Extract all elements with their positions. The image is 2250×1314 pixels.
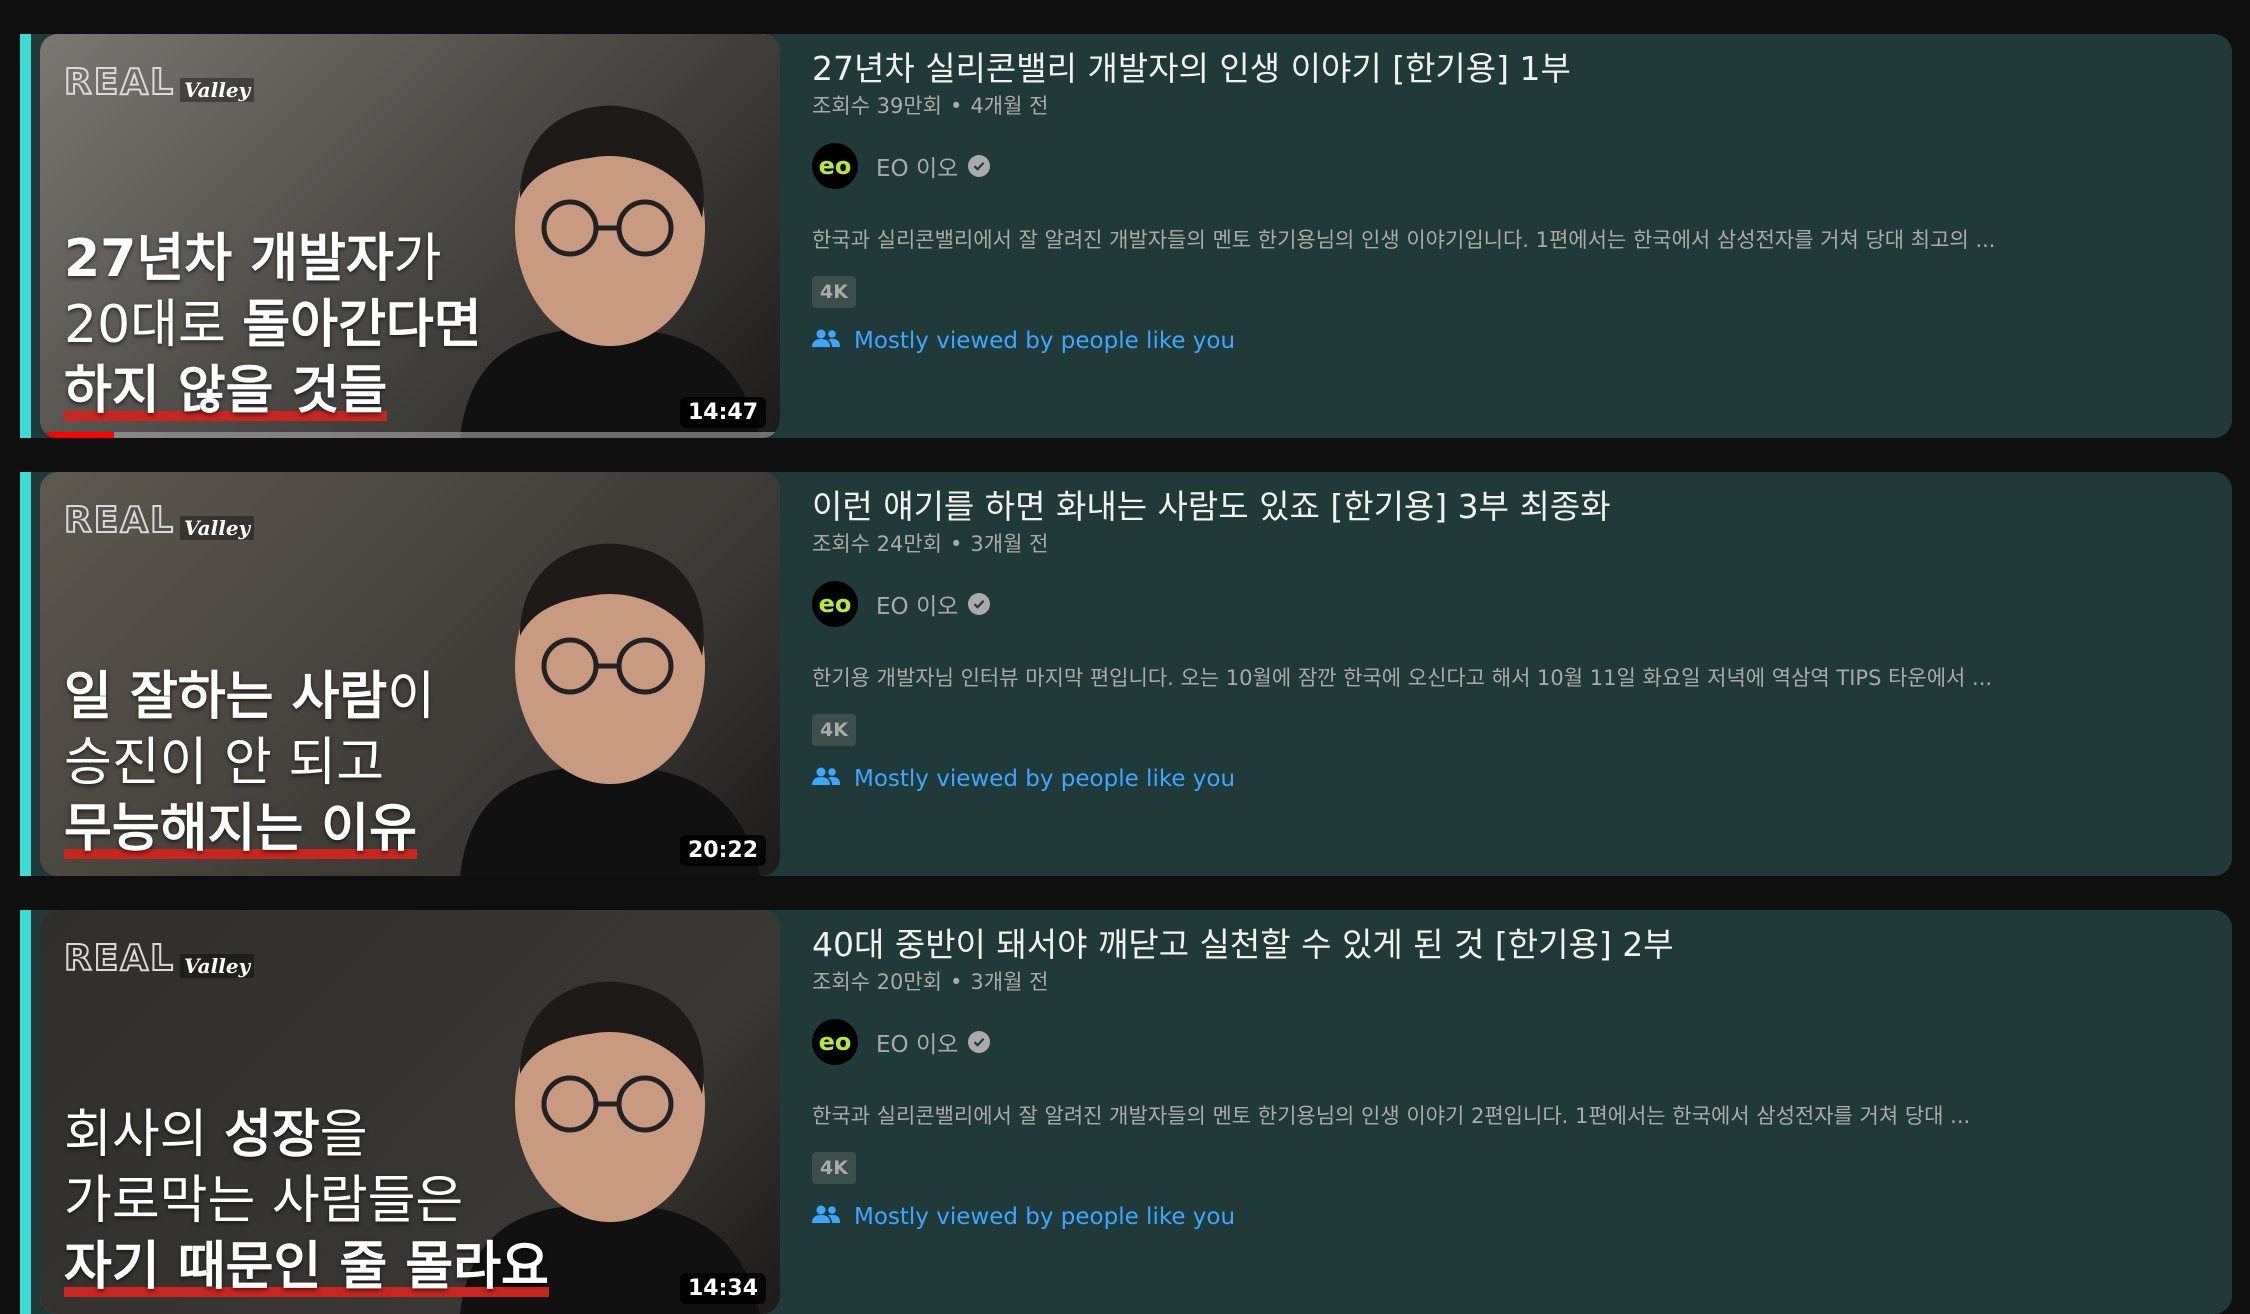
- channel-avatar[interactable]: eo: [812, 1019, 858, 1065]
- caption-text: 27년차 개발자: [64, 229, 394, 289]
- quality-badge: 4K: [812, 714, 856, 746]
- thumbnail-caption: 회사의 성장을 가로막는 사람들은 자기 때문인 줄 몰라요: [64, 1102, 549, 1300]
- channel-name[interactable]: EO 이오: [876, 587, 958, 621]
- channel-brand-sub: Valley: [180, 78, 255, 102]
- upload-age: 3개월 전: [970, 532, 1049, 556]
- caption-line: 일 잘하는 사람이: [64, 664, 435, 730]
- verified-check-icon: [968, 155, 991, 177]
- meta-separator: •: [950, 94, 963, 118]
- caption-line: 하지 않을 것들: [64, 358, 482, 424]
- caption-text: 무능해지는 이유: [64, 799, 417, 859]
- people-icon: [812, 766, 840, 792]
- watch-progress-bar: [40, 432, 780, 438]
- video-title[interactable]: 40대 중반이 돼서야 깨닫고 실천할 수 있게 된 것 [한기용] 2부: [812, 918, 1674, 966]
- channel-name[interactable]: EO 이오: [876, 149, 958, 183]
- caption-text: 돌아간다면: [242, 295, 482, 355]
- channel-brand-logo: REAL: [63, 61, 176, 104]
- presenter-image: [460, 543, 760, 876]
- channel-info[interactable]: eo EO 이오: [812, 142, 991, 190]
- video-title[interactable]: 27년차 실리콘밸리 개발자의 인생 이야기 [한기용] 1부: [812, 42, 1571, 90]
- channel-info[interactable]: eo EO 이오: [812, 1018, 991, 1066]
- caption-text: 자기 때문인 줄 몰라요: [64, 1237, 549, 1297]
- upload-age: 3개월 전: [970, 970, 1049, 994]
- video-row[interactable]: REAL Valley 회사의 성장을 가로막는 사람들은 자기 때문인 줄 몰라요 14…: [20, 910, 2232, 1314]
- caption-line: 20대로 돌아간다면: [64, 292, 482, 358]
- quality-badge: 4K: [812, 1152, 856, 1184]
- recommendation-text: Mostly viewed by people like you: [854, 1204, 1236, 1230]
- caption-text: 20대로: [64, 295, 243, 355]
- recommendation-reason: Mostly viewed by people like you: [812, 328, 1235, 354]
- channel-brand-sub: Valley: [180, 954, 255, 978]
- caption-text: 일 잘하는 사람: [64, 667, 388, 727]
- caption-text: 가로막는 사람들은: [64, 1171, 464, 1231]
- row-accent-bar: [20, 34, 31, 438]
- people-icon: [812, 328, 840, 354]
- video-row[interactable]: REAL Valley 일 잘하는 사람이 승진이 안 되고 무능해지는 이유 20:22…: [20, 472, 2232, 876]
- presenter-image: [460, 105, 760, 438]
- video-description: 한국과 실리콘밸리에서 잘 알려진 개발자들의 멘토 한기용님의 인생 이야기 …: [812, 1104, 1971, 1128]
- caption-line: 가로막는 사람들은: [64, 1168, 549, 1234]
- meta-separator: •: [950, 532, 963, 556]
- verified-check-icon: [968, 593, 991, 615]
- channel-brand-sub: Valley: [180, 516, 255, 540]
- people-icon: [812, 1204, 840, 1230]
- row-accent-bar: [20, 472, 31, 876]
- caption-text: 하지 않을 것들: [64, 361, 388, 421]
- quality-badge: 4K: [812, 276, 856, 308]
- view-count: 조회수 24만회: [812, 532, 942, 556]
- video-metadata: 조회수 20만회 • 3개월 전: [812, 966, 1048, 996]
- video-thumbnail[interactable]: REAL Valley 27년차 개발자가 20대로 돌아간다면 하지 않을 것들 14:…: [40, 34, 780, 438]
- channel-brand-logo: REAL: [63, 499, 176, 542]
- caption-text: 이: [387, 667, 436, 727]
- caption-line: 회사의 성장을: [64, 1102, 549, 1168]
- channel-avatar[interactable]: eo: [812, 143, 858, 189]
- recommendation-text: Mostly viewed by people like you: [854, 766, 1236, 792]
- video-thumbnail[interactable]: REAL Valley 회사의 성장을 가로막는 사람들은 자기 때문인 줄 몰라요 14…: [40, 910, 780, 1314]
- video-metadata: 조회수 24만회 • 3개월 전: [812, 528, 1048, 558]
- channel-info[interactable]: eo EO 이오: [812, 580, 991, 628]
- recommendation-text: Mostly viewed by people like you: [854, 328, 1236, 354]
- caption-line: 승진이 안 되고: [64, 730, 435, 796]
- caption-text: 승진이 안 되고: [64, 733, 385, 793]
- caption-text: 회사의: [64, 1105, 225, 1165]
- video-thumbnail[interactable]: REAL Valley 일 잘하는 사람이 승진이 안 되고 무능해지는 이유 20:22: [40, 472, 780, 876]
- view-count: 조회수 39만회: [812, 94, 942, 118]
- video-description: 한국과 실리콘밸리에서 잘 알려진 개발자들의 멘토 한기용님의 인생 이야기입…: [812, 228, 1996, 252]
- row-accent-bar: [20, 910, 31, 1314]
- caption-line: 무능해지는 이유: [64, 796, 435, 862]
- channel-brand-logo: REAL: [63, 937, 176, 980]
- caption-line: 27년차 개발자가: [64, 226, 482, 292]
- upload-age: 4개월 전: [970, 94, 1049, 118]
- video-title[interactable]: 이런 얘기를 하면 화내는 사람도 있죠 [한기용] 3부 최종화: [812, 480, 1611, 528]
- video-duration: 14:34: [679, 1273, 766, 1304]
- meta-separator: •: [950, 970, 963, 994]
- channel-avatar[interactable]: eo: [812, 581, 858, 627]
- recommendation-reason: Mostly viewed by people like you: [812, 766, 1235, 792]
- verified-check-icon: [968, 1031, 991, 1053]
- caption-text: 을: [319, 1105, 368, 1165]
- view-count: 조회수 20만회: [812, 970, 942, 994]
- caption-text: 가: [393, 229, 442, 289]
- video-duration: 20:22: [679, 835, 766, 866]
- video-metadata: 조회수 39만회 • 4개월 전: [812, 90, 1048, 120]
- caption-line: 자기 때문인 줄 몰라요: [64, 1234, 549, 1300]
- caption-text: 성장: [224, 1105, 320, 1165]
- watch-progress-fill: [40, 432, 114, 438]
- video-list: REAL Valley 27년차 개발자가 20대로 돌아간다면 하지 않을 것들 14:…: [0, 0, 2250, 1314]
- recommendation-reason: Mostly viewed by people like you: [812, 1204, 1235, 1230]
- video-duration: 14:47: [679, 397, 766, 428]
- thumbnail-caption: 27년차 개발자가 20대로 돌아간다면 하지 않을 것들: [64, 226, 482, 424]
- thumbnail-caption: 일 잘하는 사람이 승진이 안 되고 무능해지는 이유: [64, 664, 435, 862]
- video-description: 한기용 개발자님 인터뷰 마지막 편입니다. 오는 10월에 잠깐 한국에 오신…: [812, 666, 1993, 690]
- video-row[interactable]: REAL Valley 27년차 개발자가 20대로 돌아간다면 하지 않을 것들 14:…: [20, 34, 2232, 438]
- channel-name[interactable]: EO 이오: [876, 1025, 958, 1059]
